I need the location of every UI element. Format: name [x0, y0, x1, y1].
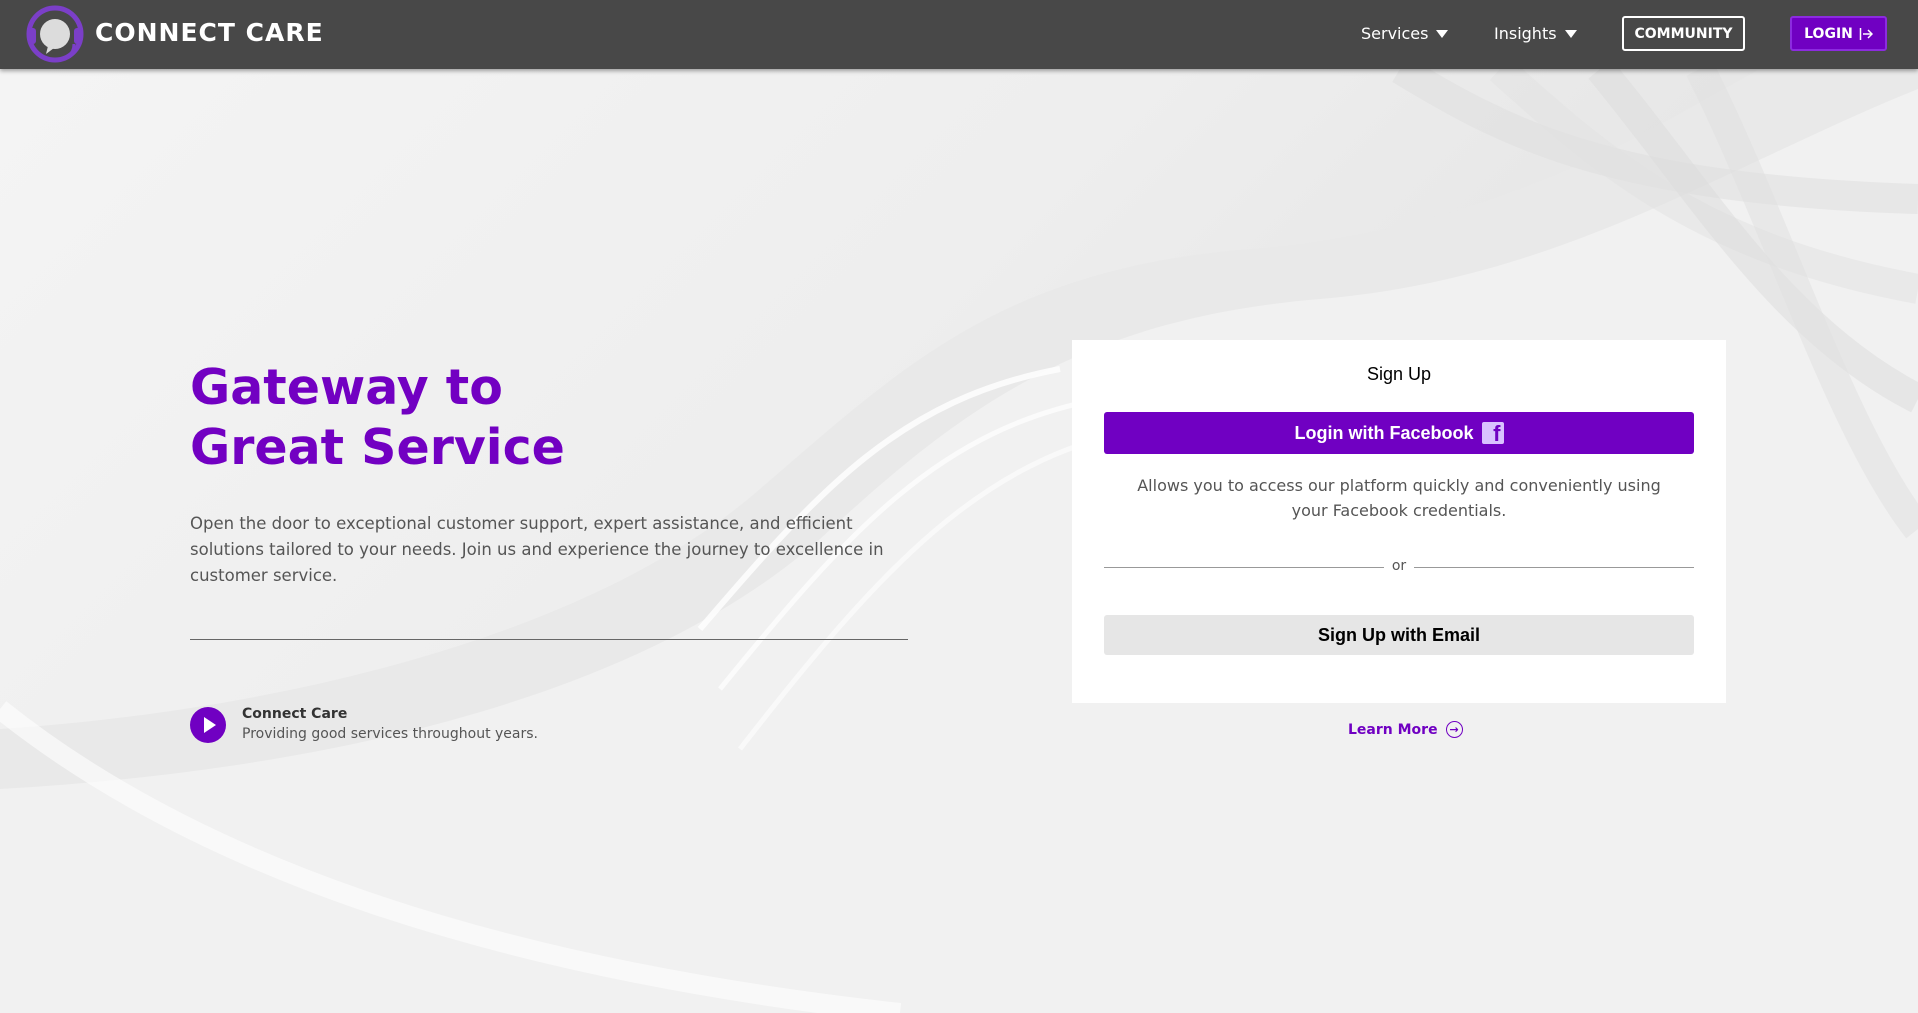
headset-chat-icon[interactable] — [24, 4, 86, 66]
facebook-icon: f — [1481, 422, 1504, 444]
hero-description: Open the door to exceptional customer su… — [190, 514, 884, 585]
login-button[interactable]: LOGIN — [1790, 16, 1887, 51]
login-arrow-icon — [1859, 27, 1873, 40]
arrow-right-circle-icon: → — [1445, 721, 1463, 738]
caret-down-icon — [1436, 29, 1449, 38]
learn-more-label: Learn More — [1348, 721, 1438, 738]
learn-more-link[interactable]: Learn More → — [1348, 721, 1463, 738]
play-icon[interactable] — [190, 707, 226, 743]
signup-title: Sign Up — [1366, 364, 1432, 384]
divider — [190, 639, 908, 640]
community-button[interactable]: COMMUNITY — [1622, 16, 1745, 51]
facebook-description: Allows you to access our platform quickl… — [1137, 476, 1661, 520]
hero-title: Gateway to Great Service — [190, 358, 565, 478]
top-navbar: CONNECT CARE Services Insights COMMUNITY… — [0, 0, 1918, 69]
divider-line-right — [1414, 567, 1694, 568]
nav-insights-label: Insights — [1494, 24, 1557, 43]
nav-insights-dropdown[interactable]: Insights — [1494, 24, 1577, 43]
brand-name[interactable]: CONNECT CARE — [95, 18, 324, 47]
facebook-login-label: Login with Facebook — [1294, 422, 1474, 443]
caret-down-icon — [1564, 29, 1577, 38]
hero-tagline: Providing good services throughout years… — [242, 726, 538, 742]
divider-line-left — [1104, 567, 1384, 568]
facebook-login-button[interactable]: Login with Facebook f — [1104, 412, 1694, 454]
nav-services-dropdown[interactable]: Services — [1361, 24, 1449, 43]
email-signup-button[interactable]: Sign Up with Email — [1104, 615, 1694, 655]
signup-card: Sign Up Login with Facebook f Allows you… — [1072, 340, 1726, 703]
hero-title-line2: Great Service — [190, 419, 565, 476]
nav-services-label: Services — [1361, 24, 1429, 43]
hero-brand-name: Connect Care — [242, 706, 348, 722]
divider-text: or — [1391, 558, 1407, 574]
login-label: LOGIN — [1804, 25, 1853, 42]
hero-title-line1: Gateway to — [190, 359, 503, 416]
